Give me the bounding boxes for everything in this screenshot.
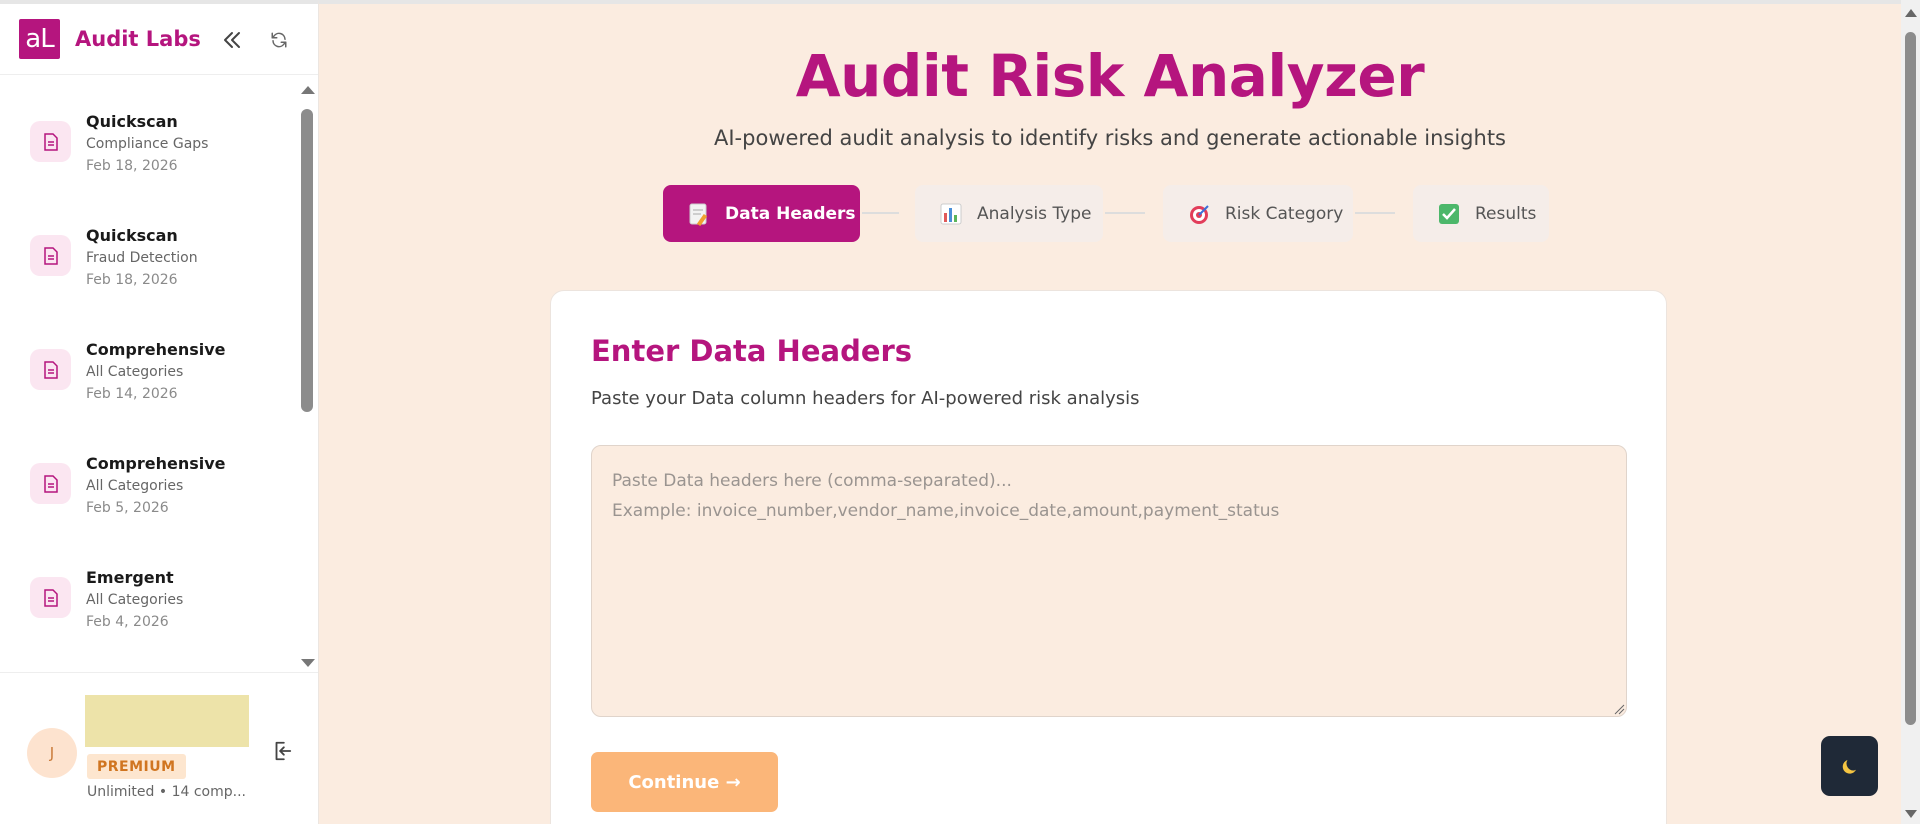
moon-icon xyxy=(1842,760,1856,774)
logout-icon xyxy=(275,741,292,761)
document-icon xyxy=(30,235,71,276)
scroll-up-arrow-icon[interactable] xyxy=(301,86,315,94)
step-analysis-type[interactable]: Analysis Type xyxy=(915,185,1103,242)
history-item[interactable]: Comprehensive All Categories Feb 5, 2026 xyxy=(0,421,300,521)
check-box-icon xyxy=(1437,202,1461,226)
page-title: Audit Risk Analyzer xyxy=(795,42,1425,110)
scroll-up-arrow-icon[interactable] xyxy=(1905,9,1917,17)
history-item-title: Quickscan xyxy=(86,226,178,245)
data-headers-input[interactable] xyxy=(591,445,1627,717)
page-scrollbar[interactable] xyxy=(1901,0,1920,824)
bar-chart-icon xyxy=(939,202,963,226)
step-risk-category[interactable]: Risk Category xyxy=(1163,185,1353,242)
step-connector xyxy=(1355,212,1395,214)
logout-button[interactable] xyxy=(269,738,295,764)
history-item-subtitle: Compliance Gaps xyxy=(86,136,209,152)
history-item-subtitle: All Categories xyxy=(86,478,184,494)
continue-button[interactable]: Continue → xyxy=(591,752,778,812)
card-title: Enter Data Headers xyxy=(591,334,913,368)
page-subtitle: AI-powered audit analysis to identify ri… xyxy=(714,126,1506,150)
refresh-button[interactable] xyxy=(267,28,291,52)
history-item-date: Feb 4, 2026 xyxy=(86,614,169,630)
history-item-title: Comprehensive xyxy=(86,454,226,473)
page-scroll-thumb[interactable] xyxy=(1905,32,1916,725)
user-panel: J PREMIUM Unlimited • 14 comp... xyxy=(0,672,318,824)
step-data-headers[interactable]: Data Headers xyxy=(663,185,860,242)
plan-badge: PREMIUM xyxy=(87,754,186,779)
document-icon xyxy=(30,463,71,504)
history-item-date: Feb 14, 2026 xyxy=(86,386,178,402)
history-item-subtitle: Fraud Detection xyxy=(86,250,198,266)
history-item[interactable]: Comprehensive All Categories Feb 14, 202… xyxy=(0,307,300,407)
main-content: Audit Risk Analyzer AI-powered audit ana… xyxy=(319,0,1901,824)
step-label: Analysis Type xyxy=(977,203,1092,224)
history-item[interactable]: Emergent All Categories Feb 4, 2026 xyxy=(0,535,300,635)
refresh-icon xyxy=(271,32,287,48)
history-item-title: Quickscan xyxy=(86,112,178,131)
usage-text: Unlimited • 14 comp... xyxy=(87,784,246,800)
theme-toggle-button[interactable] xyxy=(1821,736,1878,796)
history-item-subtitle: All Categories xyxy=(86,364,184,380)
target-icon xyxy=(1187,202,1211,226)
step-connector xyxy=(1105,212,1145,214)
history-item-date: Feb 5, 2026 xyxy=(86,500,169,516)
brand-name: Audit Labs xyxy=(75,27,201,51)
redacted-user-name xyxy=(85,695,249,747)
double-chevron-left-icon xyxy=(224,32,240,48)
history-list: Quickscan Compliance Gaps Feb 18, 2026 Q… xyxy=(0,79,300,669)
memo-icon xyxy=(687,202,711,226)
history-item[interactable]: Quickscan Compliance Gaps Feb 18, 2026 xyxy=(0,79,300,179)
step-results[interactable]: Results xyxy=(1413,185,1549,242)
resize-grip-icon[interactable] xyxy=(1613,703,1625,715)
history-item[interactable]: Quickscan Fraud Detection Feb 18, 2026 xyxy=(0,193,300,293)
brand-logo: aL xyxy=(19,19,60,59)
step-label: Risk Category xyxy=(1225,203,1344,224)
step-connector xyxy=(862,212,899,214)
step-label: Data Headers xyxy=(725,203,856,224)
sidebar-header: aL Audit Labs xyxy=(0,4,318,75)
sidebar-scroll-thumb[interactable] xyxy=(301,109,313,412)
scroll-down-arrow-icon[interactable] xyxy=(301,659,315,667)
collapse-sidebar-button[interactable] xyxy=(220,28,244,52)
card-description: Paste your Data column headers for AI-po… xyxy=(591,388,1140,409)
avatar[interactable]: J xyxy=(27,728,77,778)
history-item-title: Comprehensive xyxy=(86,340,226,359)
sidebar-scrollbar[interactable] xyxy=(300,84,315,669)
document-icon xyxy=(30,577,71,618)
scroll-down-arrow-icon[interactable] xyxy=(1905,810,1917,818)
history-item-date: Feb 18, 2026 xyxy=(86,272,178,288)
history-item-date: Feb 18, 2026 xyxy=(86,158,178,174)
step-label: Results xyxy=(1475,203,1537,224)
history-item-title: Emergent xyxy=(86,568,174,587)
document-icon xyxy=(30,121,71,162)
data-headers-card: Enter Data Headers Paste your Data colum… xyxy=(550,290,1667,824)
sidebar: aL Audit Labs Quickscan Compliance Gaps … xyxy=(0,0,319,824)
history-item-subtitle: All Categories xyxy=(86,592,184,608)
document-icon xyxy=(30,349,71,390)
